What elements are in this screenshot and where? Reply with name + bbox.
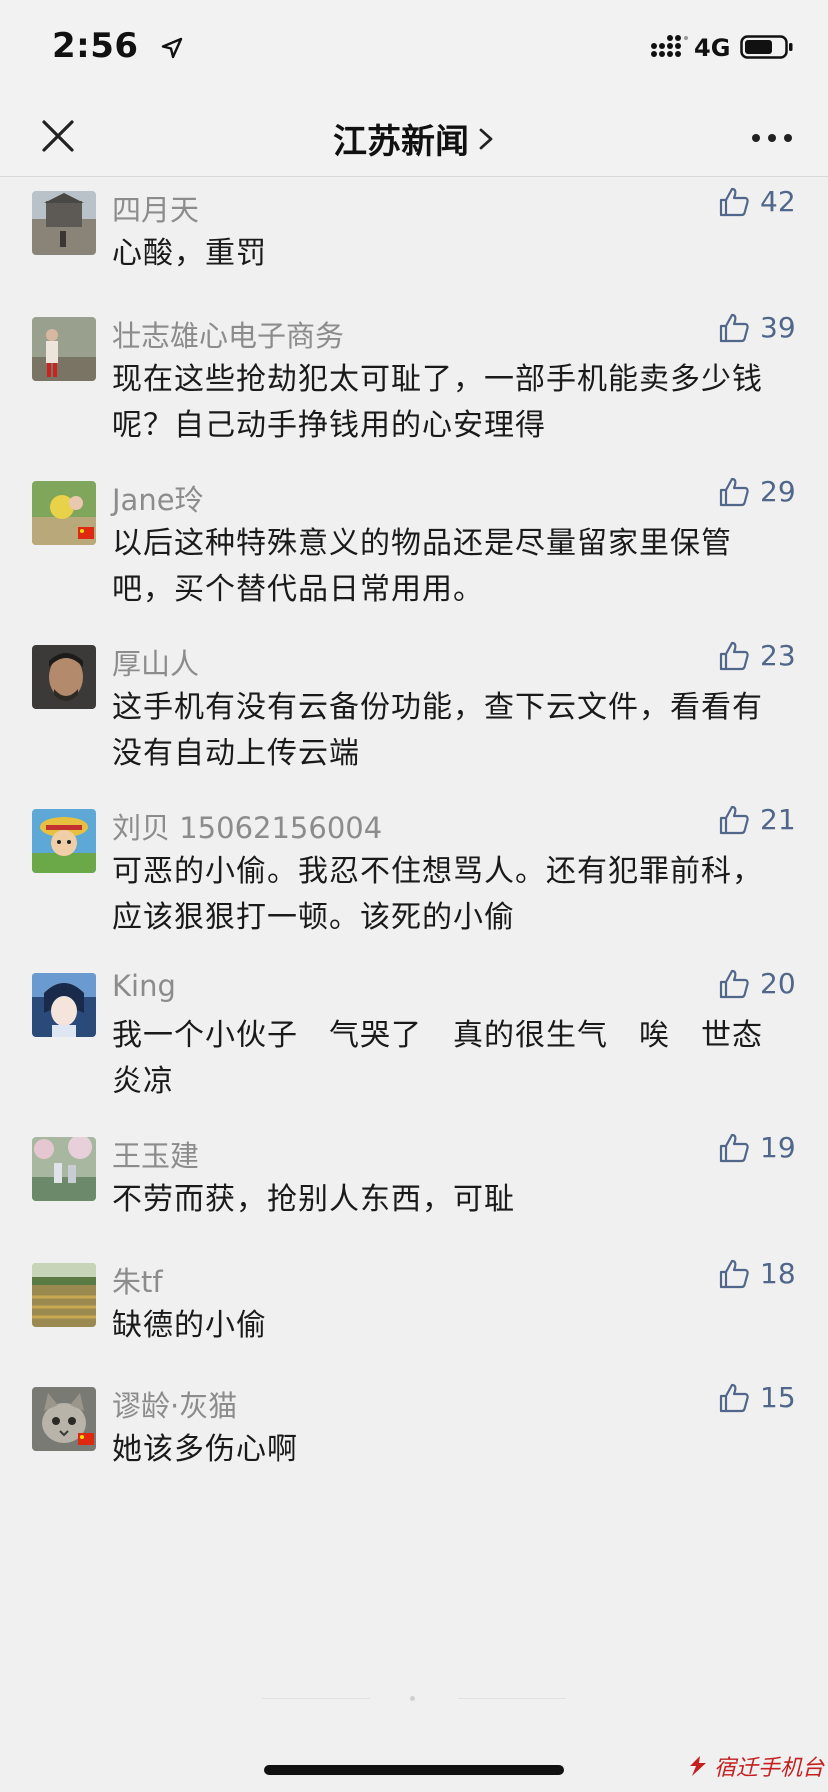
like-count: 39 xyxy=(760,311,796,344)
comment-author[interactable]: 刘贝 15062156004 xyxy=(112,805,382,847)
like-count: 15 xyxy=(760,1381,796,1414)
comment-text: 缺德的小偷 xyxy=(112,1308,267,1343)
thumbs-up-icon xyxy=(719,1259,749,1288)
thumbs-up-icon xyxy=(719,969,749,998)
avatar-image xyxy=(32,973,96,1037)
avatar-image xyxy=(32,809,96,873)
nav-title-wrap: 江苏新闻 xyxy=(0,114,828,163)
comment-text: 我一个小伙子 气哭了 真的很生气 唉 世态炎凉 xyxy=(112,1018,763,1099)
like-button[interactable]: 18 xyxy=(718,1257,796,1290)
account-title-link[interactable]: 江苏新闻 xyxy=(333,114,495,163)
comment-text: 不劳而获，抢别人东西，可耻 xyxy=(112,1182,515,1217)
avatar[interactable] xyxy=(32,973,96,1037)
avatar[interactable] xyxy=(32,191,96,255)
comment-author[interactable]: 壮志雄心电子商务 xyxy=(112,313,344,355)
comment-text: 可恶的小偷。我忍不住想骂人。还有犯罪前科，应该狠狠打一顿。该死的小偷 xyxy=(112,854,763,935)
home-indicator[interactable] xyxy=(264,1765,564,1775)
like-count: 42 xyxy=(760,185,796,218)
like-button[interactable]: 15 xyxy=(718,1381,796,1414)
avatar-image xyxy=(32,191,96,255)
like-button[interactable]: 20 xyxy=(718,967,796,1000)
like-count: 21 xyxy=(760,803,796,836)
comment-author[interactable]: 四月天 xyxy=(112,187,199,229)
thumbs-up-icon xyxy=(719,187,749,216)
footer-dot xyxy=(410,1696,415,1701)
page-title: 江苏新闻 xyxy=(333,122,469,162)
thumbs-up-icon xyxy=(719,805,749,834)
avatar-image xyxy=(32,1137,96,1201)
comment-text: 以后这种特殊意义的物品还是尽量留家里保管吧，买个替代品日常用用。 xyxy=(112,526,732,607)
china-flag-icon xyxy=(78,527,94,539)
comment-author[interactable]: Jane玲 xyxy=(112,477,204,519)
comment-author[interactable]: 朱tf xyxy=(112,1259,163,1301)
like-button[interactable]: 39 xyxy=(718,311,796,344)
like-button[interactable]: 21 xyxy=(718,803,796,836)
avatar-image xyxy=(32,1263,96,1327)
thumbs-up-icon xyxy=(719,477,749,506)
status-bar: 2:56 4G xyxy=(0,0,828,100)
thumbs-up-icon xyxy=(719,641,749,670)
avatar-image xyxy=(32,317,96,381)
watermark-text: 宿迁手机台 xyxy=(714,1756,825,1781)
thumbs-up-icon xyxy=(719,313,749,342)
china-flag-icon xyxy=(78,1433,94,1445)
comment-text: 她该多伤心啊 xyxy=(112,1432,298,1467)
comment-text: 这手机有没有云备份功能，查下云文件，看看有没有自动上传云端 xyxy=(112,690,763,771)
like-count: 20 xyxy=(760,967,796,1000)
watermark: 宿迁手机台 xyxy=(686,1750,824,1782)
footer-divider-right xyxy=(458,1698,566,1699)
thumbs-up-icon xyxy=(719,1133,749,1162)
like-count: 29 xyxy=(760,475,796,508)
watermark-logo-icon xyxy=(690,1756,706,1776)
comment-author[interactable]: 厚山人 xyxy=(112,641,199,683)
like-button[interactable]: 42 xyxy=(718,185,796,218)
like-button[interactable]: 29 xyxy=(718,475,796,508)
like-button[interactable]: 19 xyxy=(718,1131,796,1164)
comment-author[interactable]: 王玉建 xyxy=(112,1133,199,1175)
signal-icon xyxy=(651,35,688,57)
status-time: 2:56 xyxy=(52,26,139,66)
comment-author[interactable]: 谬龄·灰猫 xyxy=(112,1383,237,1425)
like-count: 23 xyxy=(760,639,796,672)
nav-bar: 江苏新闻 xyxy=(0,100,828,177)
avatar-image xyxy=(32,645,96,709)
avatar[interactable] xyxy=(32,1137,96,1201)
comment-author[interactable]: King xyxy=(112,969,176,1003)
like-count: 18 xyxy=(760,1257,796,1290)
avatar[interactable] xyxy=(32,645,96,709)
avatar[interactable] xyxy=(32,317,96,381)
comment-text: 心酸，重罚 xyxy=(112,236,267,271)
thumbs-up-icon xyxy=(719,1383,749,1412)
chevron-right-icon xyxy=(479,128,493,149)
comment-text: 现在这些抢劫犯太可耻了，一部手机能卖多少钱呢？自己动手挣钱用的心安理得 xyxy=(112,362,763,443)
location-arrow-icon xyxy=(161,37,183,59)
more-dots-icon[interactable] xyxy=(748,118,796,158)
battery-icon xyxy=(740,35,793,59)
footer-divider-left xyxy=(262,1698,370,1699)
network-type: 4G xyxy=(694,34,731,62)
like-count: 19 xyxy=(760,1131,796,1164)
avatar[interactable] xyxy=(32,1263,96,1327)
like-button[interactable]: 23 xyxy=(718,639,796,672)
avatar[interactable] xyxy=(32,809,96,873)
